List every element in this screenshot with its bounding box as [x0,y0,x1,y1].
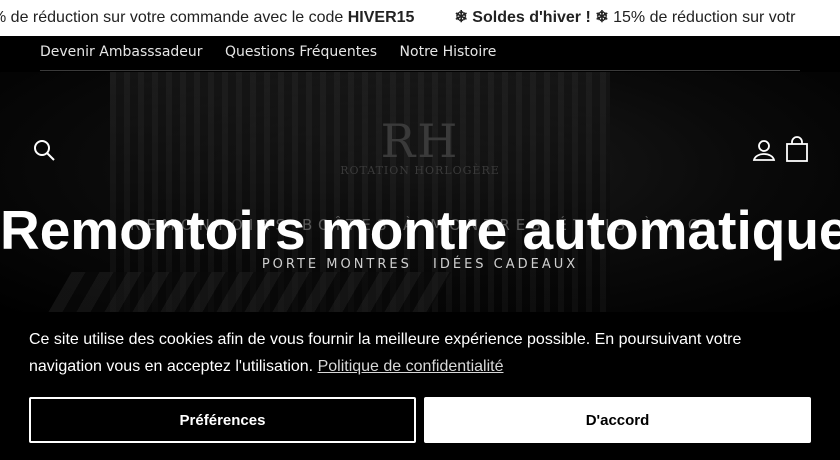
accept-button[interactable]: D'accord [424,397,811,443]
hero-background [0,72,840,312]
announcement-marquee: % de réduction sur votre commande avec l… [0,0,795,36]
announcement-bar: % de réduction sur votre commande avec l… [0,0,840,36]
secondary-nav: PORTE MONTRES IDÉES CADEAUX [0,257,840,272]
search-icon[interactable] [33,139,55,161]
top-nav: Devenir Ambasssadeur Questions Fréquente… [40,36,800,71]
hero-image-detail [48,272,452,312]
nav-link-watch-stands[interactable]: PORTE MONTRES [262,257,412,272]
announcement-text-2: ❄ Soldes d'hiver ! ❄ [454,9,609,26]
cart-icon[interactable] [785,136,809,162]
cookie-message: Ce site utilise des cookies afin de vous… [29,326,789,380]
page-title: Remontoirs montre automatique [0,199,840,261]
logo-mark: RH [380,114,460,168]
nav-link-story[interactable]: Notre Histoire [400,44,497,60]
privacy-policy-link[interactable]: Politique de confidentialité [318,358,504,375]
site-logo[interactable]: RH ROTATION HORLOGÈRE [330,118,510,182]
cookie-banner: Ce site utilise des cookies afin de vous… [0,312,840,460]
logo-text: ROTATION HORLOGÈRE [340,164,500,177]
announcement-text-1: % de réduction sur votre commande avec l… [0,9,348,26]
announcement-text-3: 15% de réduction sur votr [608,9,796,26]
account-icon[interactable] [752,139,776,161]
promo-code: HIVER15 [347,9,415,26]
nav-link-gift-ideas[interactable]: IDÉES CADEAUX [433,257,578,272]
nav-link-faq[interactable]: Questions Fréquentes [225,44,377,60]
preferences-button[interactable]: Préférences [29,397,416,443]
nav-link-ambassador[interactable]: Devenir Ambasssadeur [40,44,203,60]
